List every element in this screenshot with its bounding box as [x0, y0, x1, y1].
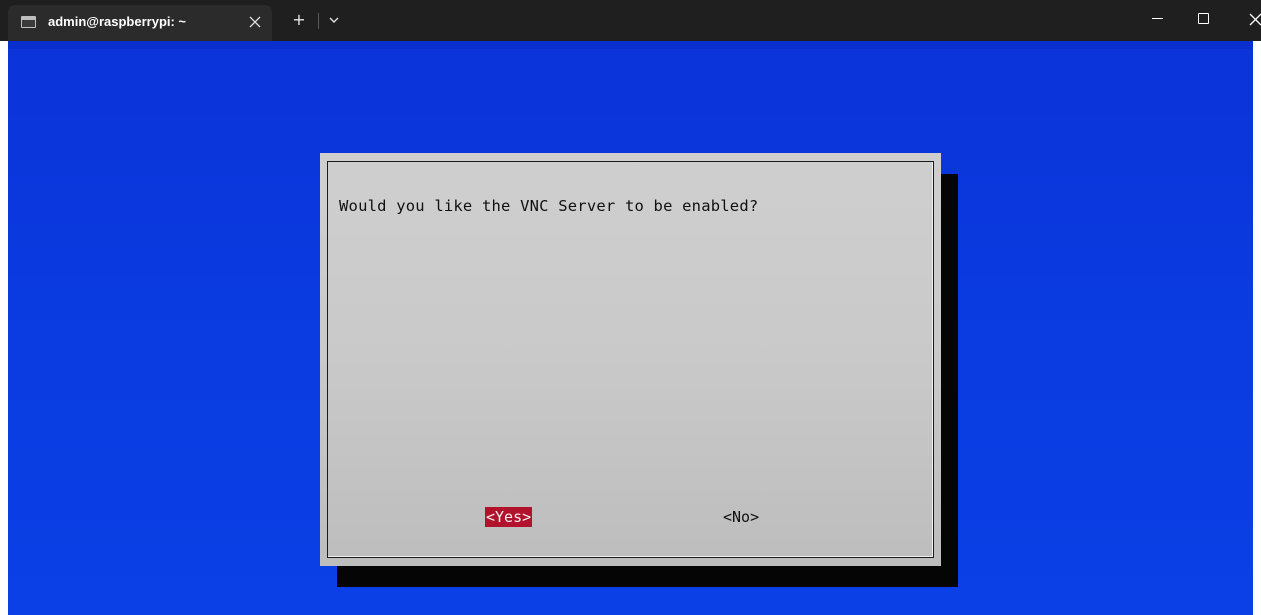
tab-title: admin@raspberrypi: ~	[48, 14, 187, 29]
close-window-button[interactable]	[1242, 6, 1261, 32]
title-bar: admin@raspberrypi: ~ +	[0, 0, 1261, 41]
close-icon	[249, 16, 261, 28]
no-button[interactable]: <No>	[723, 507, 759, 527]
new-tab-button[interactable]: +	[288, 9, 310, 31]
chevron-down-icon	[329, 17, 339, 23]
terminal-top-band	[8, 41, 1253, 49]
maximize-button[interactable]	[1190, 6, 1216, 32]
terminal-icon	[21, 16, 36, 28]
dialog-border	[327, 161, 934, 558]
dialog-question: Would you like the VNC Server to be enab…	[339, 197, 759, 215]
terminal-window: admin@raspberrypi: ~ + Would you like th…	[0, 0, 1261, 615]
tab-active[interactable]: admin@raspberrypi: ~	[8, 5, 272, 41]
terminal-area[interactable]: Would you like the VNC Server to be enab…	[8, 41, 1253, 615]
tab-divider	[318, 13, 319, 29]
close-icon	[1249, 13, 1261, 26]
tab-dropdown-button[interactable]	[325, 9, 343, 31]
yes-button[interactable]: <Yes>	[485, 507, 533, 527]
vnc-dialog: Would you like the VNC Server to be enab…	[320, 153, 941, 566]
tab-close-button[interactable]	[245, 11, 265, 33]
minimize-button[interactable]	[1145, 6, 1171, 32]
